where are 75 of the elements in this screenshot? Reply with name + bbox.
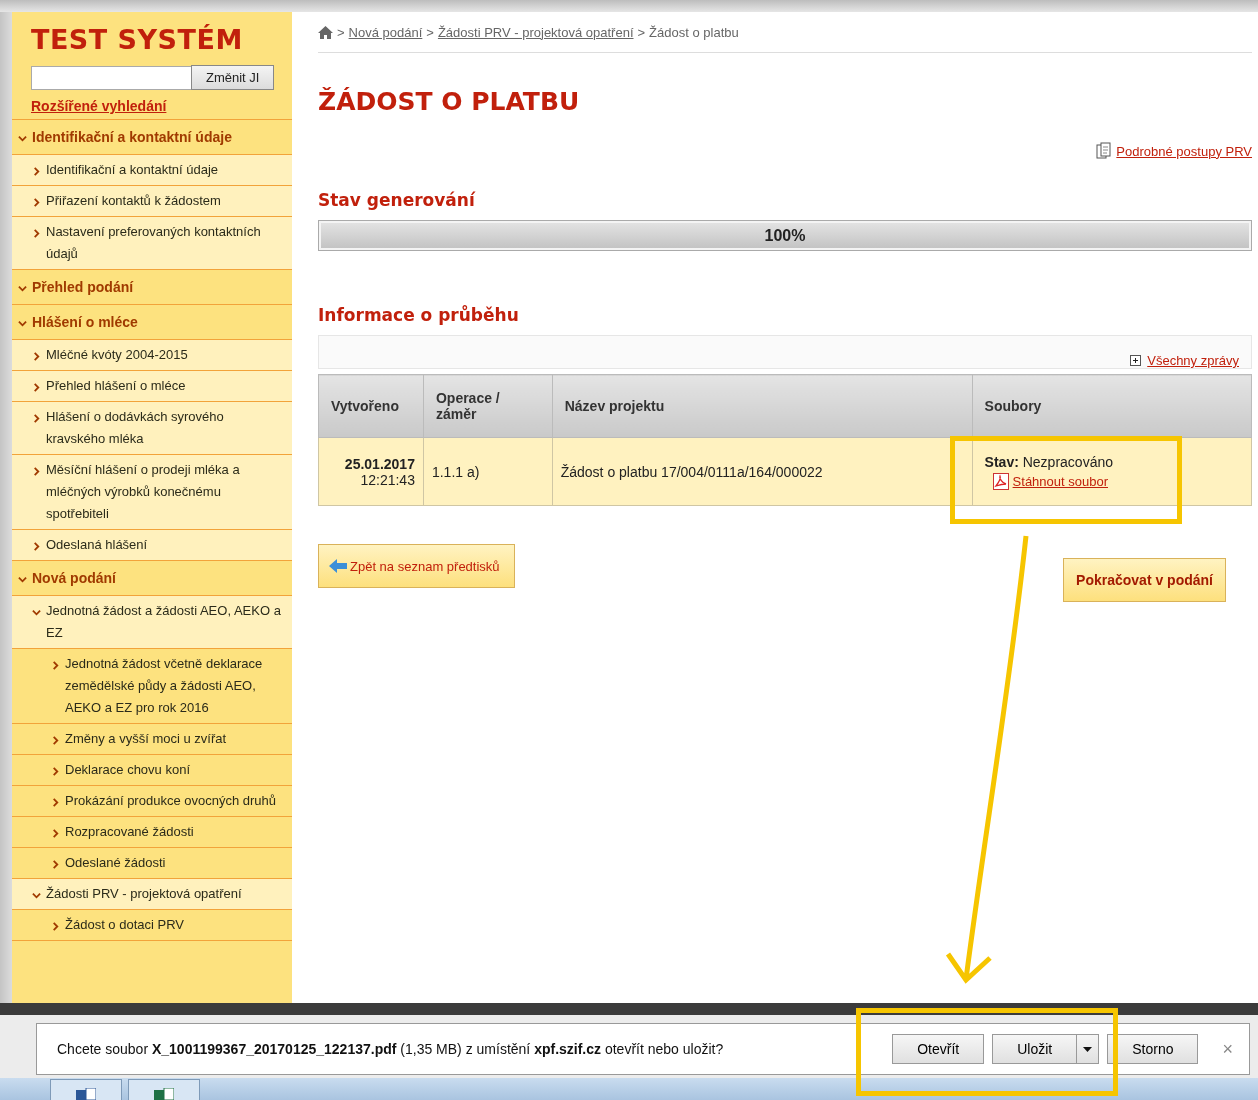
expand-icon[interactable] (1130, 355, 1142, 366)
taskbar-button[interactable] (128, 1079, 200, 1100)
date-text: 25.01.2017 (343, 455, 415, 472)
menu-item[interactable]: Přiřazení kontaktů k žádostem (12, 186, 292, 217)
chevron-icon (32, 414, 41, 423)
save-button[interactable]: Uložit (992, 1034, 1078, 1064)
column-header: Soubory (972, 374, 1252, 438)
change-button[interactable]: Změnit JI (191, 65, 275, 90)
breadcrumb-current: Žádost o platbu (649, 24, 739, 40)
menu-item[interactable]: Hlášení o dodávkách syrového kravského mléka (12, 402, 292, 455)
menu-item[interactable]: Jednotná žádost a žádosti AEO, AEKO a EZ (12, 596, 292, 649)
column-header: Operace / záměr (423, 374, 553, 438)
chevron-icon (32, 383, 41, 392)
advanced-search-link[interactable]: Rozšířené vyhledání (31, 98, 167, 114)
cancel-button[interactable]: Storno (1107, 1034, 1199, 1064)
home-icon[interactable] (318, 25, 333, 39)
chevron-icon (32, 542, 41, 551)
menu-item[interactable]: Měsíční hlášení o prodeji mléka a mléčných výrobků konečnému spotřebiteli (12, 455, 292, 530)
chevron-icon (32, 891, 41, 900)
breadcrumb-link[interactable]: Nová podání (348, 24, 423, 40)
menu-item[interactable]: Mléčné kvóty 2004-2015 (12, 340, 292, 371)
back-button[interactable]: Zpět na seznam předtisků (318, 544, 515, 588)
table-cell: Žádost o platbu 17/004/0111a/164/000022 (560, 463, 823, 480)
chevron-icon (18, 284, 27, 293)
column-header: Vytvořeno (318, 374, 424, 438)
menu-item[interactable]: Přehled hlášení o mléce (12, 371, 292, 402)
breadcrumb-separator: > (426, 24, 434, 40)
menu-item[interactable]: Nastavení preferovaných kontaktních údajů (12, 217, 292, 270)
site-title: TEST SYSTÉM (31, 24, 244, 55)
chevron-icon (32, 198, 41, 207)
document-app-icon (76, 1088, 96, 1100)
section-heading: Informace o průběhu (318, 305, 520, 325)
all-messages-link[interactable]: Všechny zprávy (1147, 353, 1239, 368)
chevron-icon (32, 167, 41, 176)
dropdown-button[interactable] (1077, 1034, 1100, 1064)
chevron-icon (51, 736, 60, 745)
spreadsheet-app-icon (154, 1088, 174, 1100)
chevron-icon (18, 575, 27, 584)
column-header: Název projektu (552, 374, 973, 438)
menu-item[interactable]: Odeslaná hlášení (12, 530, 292, 561)
taskbar-button[interactable] (50, 1079, 122, 1100)
menu-item[interactable]: Žádosti PRV - projektová opatření (12, 879, 292, 910)
arrow-left-icon (329, 559, 347, 573)
status-text: Stav: Nezpracováno (984, 453, 1114, 470)
chevron-icon (51, 860, 60, 869)
download-link[interactable]: Stáhnout soubor (1012, 473, 1108, 489)
pdf-icon (992, 472, 1009, 490)
chevron-icon (18, 134, 27, 143)
chevron-icon (32, 608, 41, 617)
document-icon (1095, 142, 1114, 160)
breadcrumb-link[interactable]: Žádosti PRV - projektová opatření (437, 24, 634, 40)
section-heading: Stav generování (318, 190, 477, 210)
chevron-icon (51, 661, 60, 670)
search-field[interactable] (31, 65, 191, 90)
download-message: Chcete soubor X_1001199367_20170125_122137.pdf (1,35 MB) z umístění xpf.szif.cz otevřít nebo uložit? (57, 1041, 725, 1057)
chevron-icon (51, 829, 60, 838)
breadcrumb-separator: > (337, 24, 345, 40)
breadcrumb-separator: > (637, 24, 646, 40)
chevron-icon (32, 467, 41, 476)
chevron-icon (32, 229, 41, 238)
help-link[interactable]: Podrobné postupy PRV (1116, 143, 1252, 159)
progress-reading: 100% (764, 226, 806, 245)
caret-icon (1083, 1046, 1093, 1052)
open-button[interactable]: Otevřít (892, 1034, 985, 1064)
chevron-icon (51, 767, 60, 776)
menu-item[interactable]: Identifikační a kontaktní údaje (12, 155, 292, 186)
chevron-icon (51, 798, 60, 807)
chevron-icon (51, 922, 60, 931)
continue-button[interactable]: Pokračovat v podání (1063, 558, 1226, 602)
table-cell: 1.1.1 a) (431, 463, 480, 480)
close-button[interactable]: × (1216, 1037, 1239, 1061)
time-text: 12:21:43 (359, 471, 415, 488)
chevron-icon (18, 319, 27, 328)
chevron-icon (32, 352, 41, 361)
page-title: ŽÁDOST O PLATBU (318, 87, 581, 116)
